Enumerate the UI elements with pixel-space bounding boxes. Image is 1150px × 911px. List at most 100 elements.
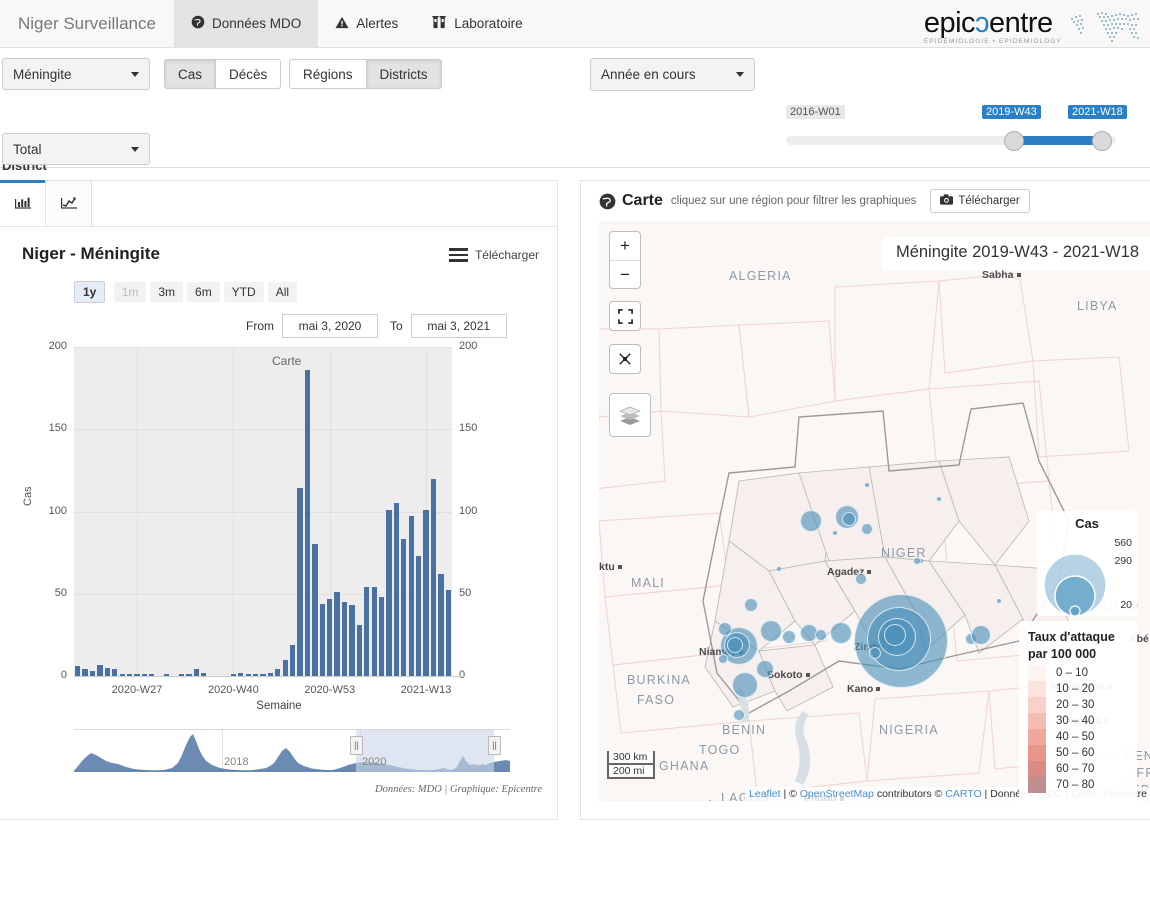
bar-chart-bar[interactable] [275, 669, 281, 676]
map-case-bubble[interactable] [727, 637, 743, 653]
test-tubes-icon [432, 15, 447, 32]
week-range-slider[interactable]: 2016-W01 2019-W43 2021-W18 [786, 105, 1127, 153]
openstreetmap-link[interactable]: OpenStreetMap [800, 788, 874, 800]
navigator-handle-right[interactable]: || [488, 736, 501, 755]
zoom-button-ytd[interactable]: YTD [223, 282, 264, 302]
bar-chart-bar[interactable] [393, 503, 400, 676]
navigator-track[interactable]: 2018 2020 [74, 729, 510, 772]
zoom-button-all[interactable]: All [267, 282, 298, 302]
chart-navigator[interactable]: 2018 2020 || || [74, 729, 510, 777]
bar-chart-bar[interactable] [289, 644, 296, 676]
bar-chart-bar[interactable] [112, 669, 118, 676]
leaflet-link[interactable]: Leaflet [749, 788, 781, 800]
measure-button-cas[interactable]: Cas [164, 59, 217, 89]
bar-chart-bar[interactable] [327, 598, 333, 676]
map-case-bubble[interactable] [855, 573, 867, 585]
zoom-button-6m[interactable]: 6m [187, 282, 220, 302]
leaflet-map[interactable]: Méningite 2019-W43 - 2021-W18 + − ALGERI… [599, 221, 1150, 801]
slider-handle-start[interactable] [1004, 131, 1024, 151]
bar-chart-bar[interactable] [445, 590, 451, 676]
from-date-input[interactable]: mai 3, 2020 [282, 314, 378, 338]
bar-chart-bar[interactable] [415, 555, 422, 676]
bar-chart-bar[interactable] [312, 544, 318, 676]
measure-button-deces[interactable]: Décès [216, 59, 282, 89]
bar-chart-bar[interactable] [304, 370, 311, 676]
map-case-bubble[interactable] [756, 660, 774, 678]
bar-chart-bar[interactable] [386, 509, 392, 676]
bar-chart-bar[interactable] [97, 664, 103, 676]
map-zoom-controls[interactable]: + − [609, 231, 641, 289]
bar-chart-bar[interactable] [430, 478, 437, 676]
tab-line-chart[interactable] [46, 181, 92, 226]
nav-tab-alertes[interactable]: Alertes [318, 0, 415, 47]
bar-chart-bar[interactable] [371, 587, 377, 676]
legend-attack-rate-row: 10 – 20 [1028, 681, 1128, 697]
zoom-button-1m[interactable]: 1m [113, 282, 147, 302]
minus-icon[interactable]: − [610, 260, 640, 288]
bar-chart-bar[interactable] [193, 669, 199, 676]
reset-view-icon[interactable] [610, 345, 640, 373]
navigator-handle-left[interactable]: || [350, 736, 363, 755]
map-case-bubble[interactable] [830, 622, 852, 644]
bar-chart-bar[interactable] [297, 488, 303, 676]
map-case-bubble[interactable] [861, 523, 873, 535]
bar-chart-bar[interactable] [356, 625, 362, 676]
map-fullscreen-control[interactable] [609, 301, 641, 331]
bar-chart-bar[interactable] [75, 666, 81, 676]
geo-button-regions[interactable]: Régions [289, 59, 367, 89]
map-case-bubble[interactable] [913, 557, 921, 565]
legend-band-label: 50 – 60 [1056, 747, 1095, 759]
bar-chart-bar[interactable] [349, 605, 355, 676]
bar-chart-bar[interactable] [82, 669, 88, 676]
district-select[interactable]: Total [2, 133, 150, 165]
map-case-bubble[interactable] [782, 630, 796, 644]
to-date-input[interactable]: mai 3, 2021 [410, 314, 507, 338]
plus-icon[interactable]: + [610, 232, 640, 260]
geo-button-districts[interactable]: Districts [366, 59, 442, 89]
bar-chart-bar[interactable] [104, 667, 110, 676]
fullscreen-icon[interactable] [610, 302, 640, 330]
nav-tab-donnees-mdo[interactable]: Données MDO [173, 0, 319, 47]
map-case-bubble[interactable] [800, 510, 822, 532]
to-label: To [390, 319, 403, 333]
bar-chart-bar[interactable] [282, 659, 288, 676]
map-layers-control[interactable] [609, 393, 651, 437]
period-select[interactable]: Année en cours [590, 58, 755, 91]
disease-select[interactable]: Méningite [2, 58, 150, 90]
slider-handle-end[interactable] [1092, 131, 1112, 151]
map-case-bubble[interactable] [760, 620, 782, 642]
bar-chart-bar[interactable] [423, 509, 429, 676]
map-reset-view-control[interactable] [609, 344, 641, 374]
map-case-bubble[interactable] [744, 598, 758, 612]
chart-download-button[interactable]: Télécharger [448, 248, 539, 262]
carto-link[interactable]: CARTO [945, 788, 981, 800]
map-case-bubble[interactable] [971, 625, 991, 645]
bar-chart-bar[interactable] [341, 601, 348, 676]
nav-tab-label: Alertes [356, 16, 399, 31]
map-download-button[interactable]: Télécharger [930, 189, 1030, 213]
bar-chart-bar[interactable] [334, 592, 340, 676]
map-case-bubble[interactable] [732, 672, 758, 698]
bar-chart-bar[interactable] [364, 587, 370, 676]
map-case-bubble[interactable] [869, 647, 881, 659]
chart-zoom-buttons: Zoom 1m 3m 6m YTD 1y All [74, 281, 301, 303]
tab-bar-chart[interactable] [0, 180, 46, 226]
zoom-button-3m[interactable]: 3m [150, 282, 184, 302]
map-case-bubble[interactable] [718, 654, 728, 664]
map-country-label: GHANA [659, 759, 710, 773]
map-case-bubble[interactable] [815, 629, 827, 641]
bar-chart-bar[interactable] [378, 597, 385, 676]
nav-tab-laboratoire[interactable]: Laboratoire [415, 0, 539, 47]
map-case-bubble[interactable] [884, 624, 906, 646]
map-case-bubble[interactable] [733, 709, 745, 721]
map-case-bubble[interactable] [718, 622, 732, 636]
chart-panel-tabs [0, 180, 557, 227]
bar-chart-bar[interactable] [401, 539, 407, 676]
zoom-button-1y[interactable]: 1y [74, 281, 106, 303]
bar-chart-bar[interactable] [319, 603, 325, 676]
bar-chart-bar[interactable] [438, 574, 444, 676]
map-panel-header: Carte cliquez sur une région pour filtre… [581, 181, 1150, 221]
bar-chart-bar[interactable] [408, 516, 414, 676]
layers-icon[interactable] [610, 394, 650, 436]
map-case-bubble[interactable] [842, 512, 856, 526]
